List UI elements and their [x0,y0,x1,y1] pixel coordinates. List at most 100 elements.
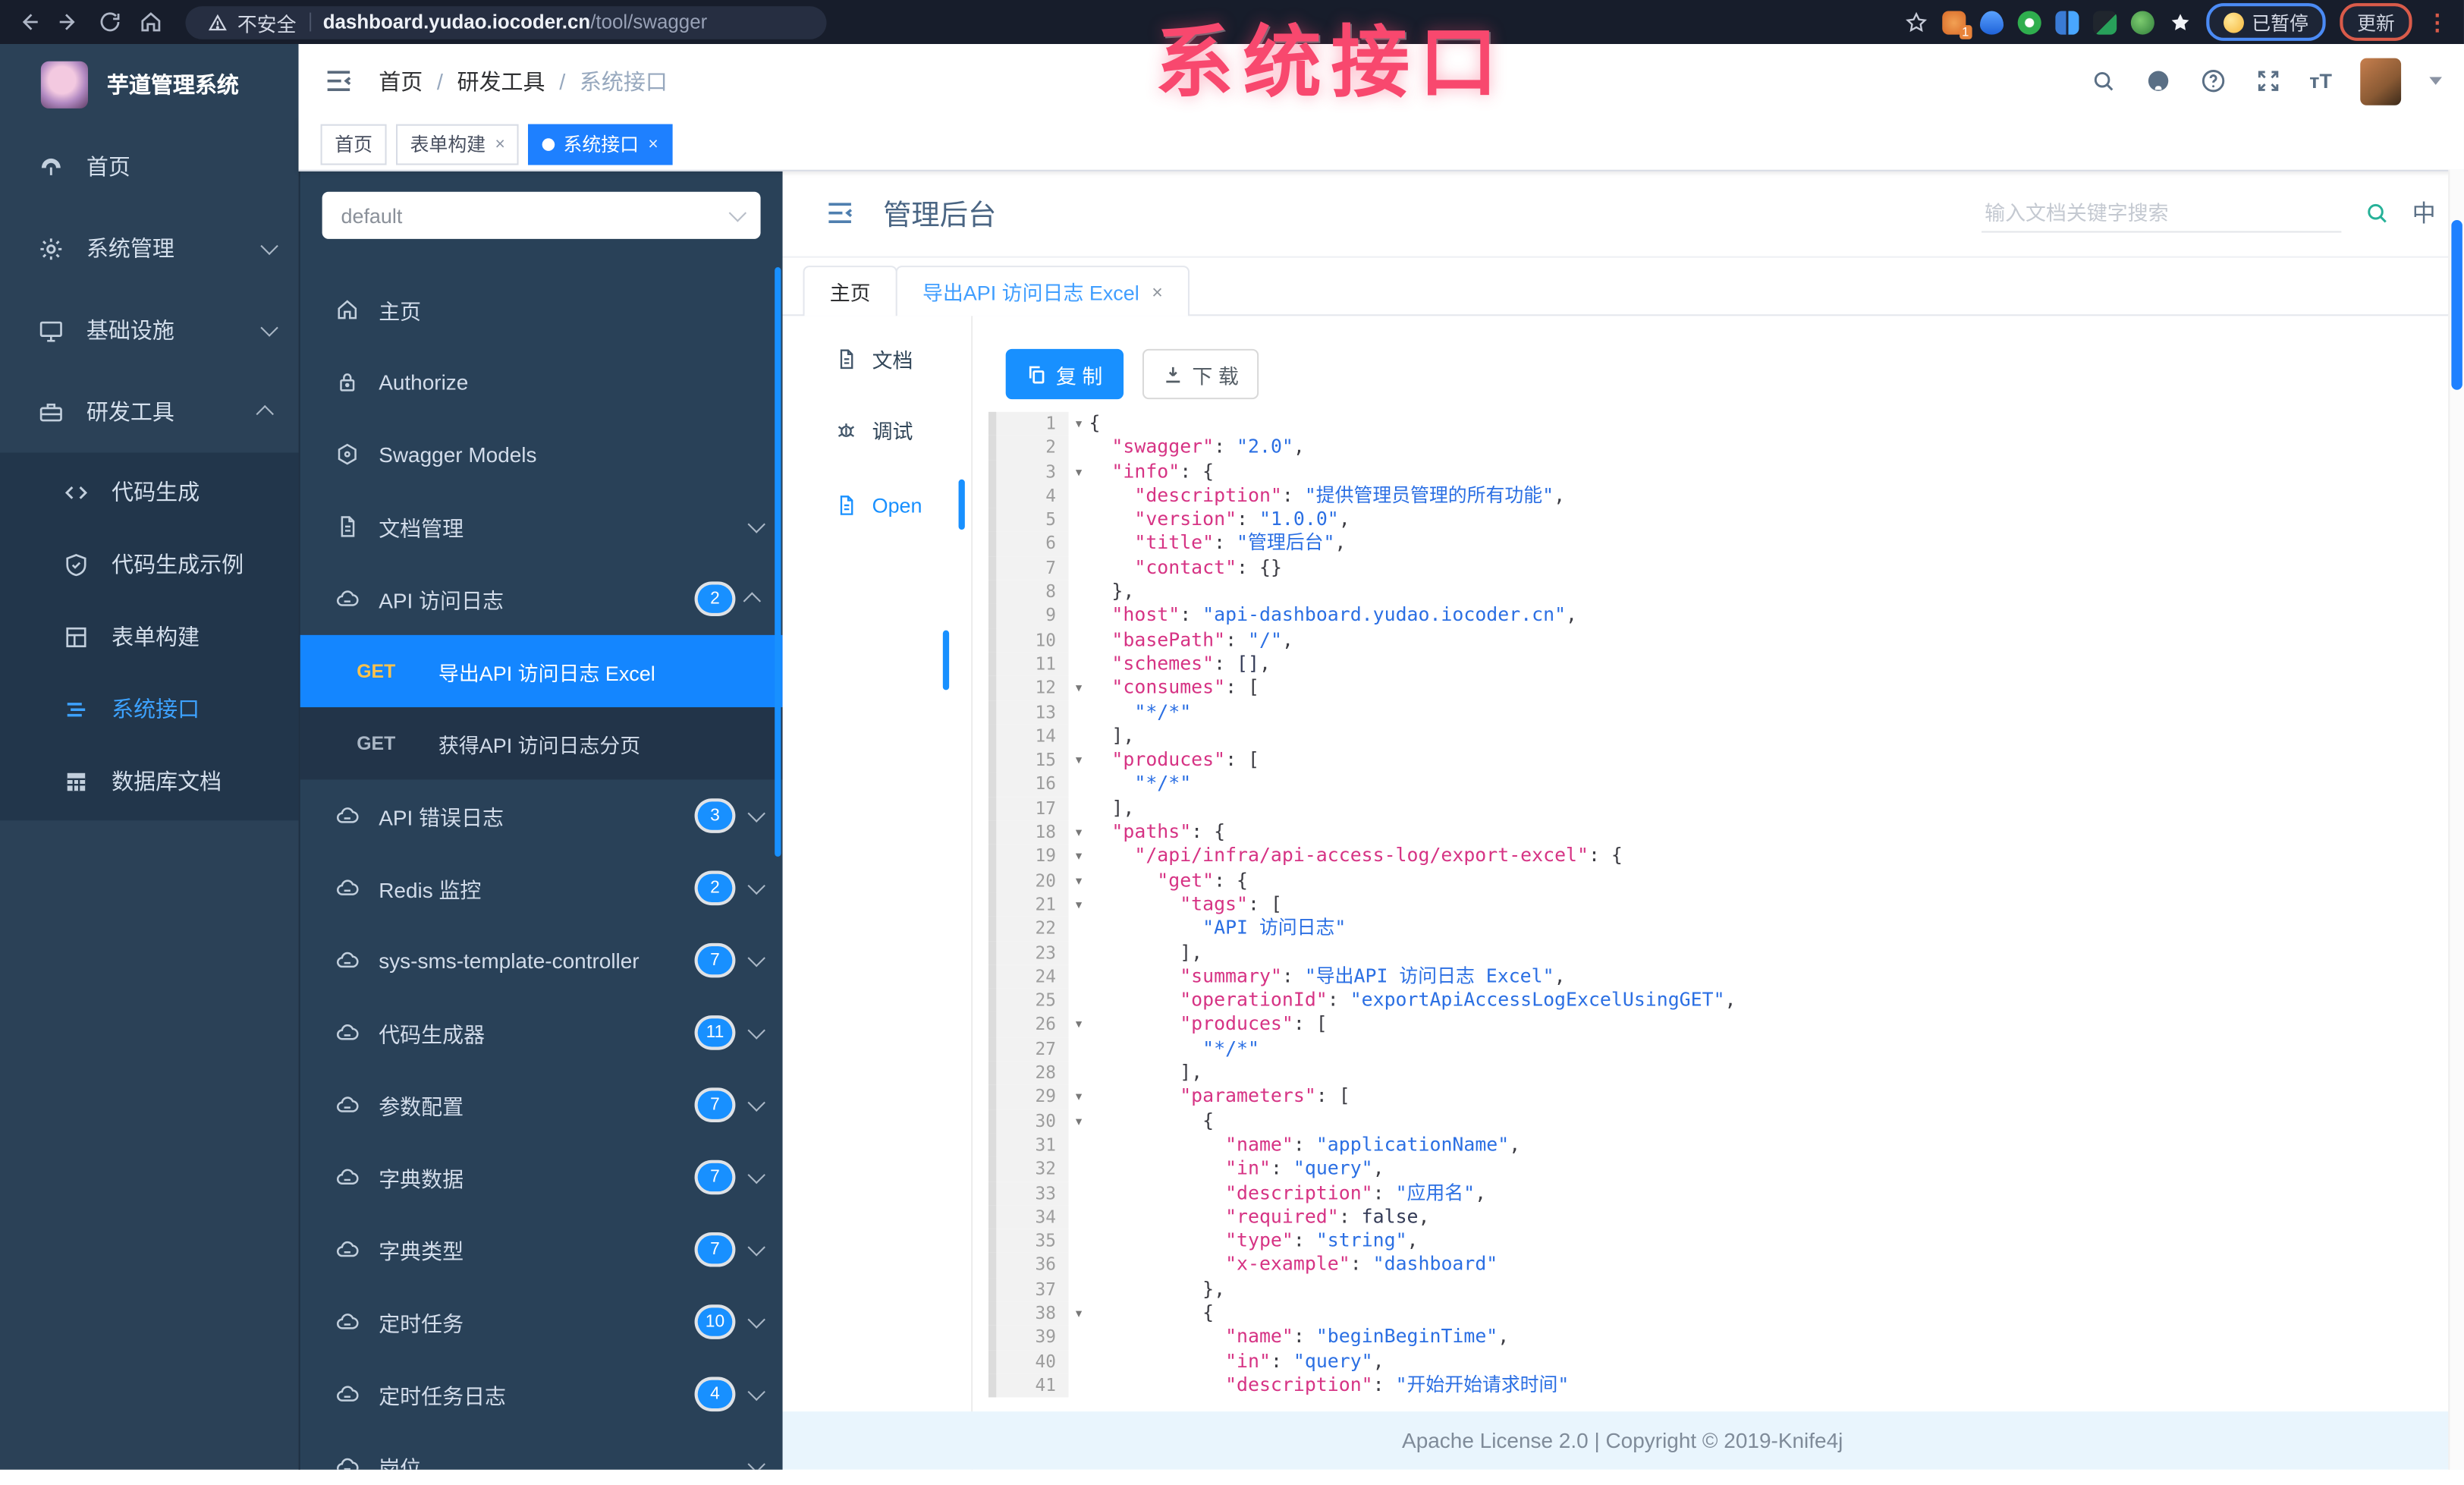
fold-marker-icon[interactable]: ▾ [1069,892,1089,917]
group-select[interactable]: default [322,191,761,239]
header-search-icon[interactable] [2089,68,2116,94]
sidebar-subitem-数据库文档[interactable]: 数据库文档 [0,745,299,817]
code-line-8: 8 }, [988,580,2455,605]
json-code-editor[interactable]: 1 ▾{2 "swagger": "2.0", 3 ▾ "info": {4 "des… [988,411,2455,1407]
fold-marker-icon[interactable]: ▾ [1069,845,1089,869]
swagger-nav-Redis 监控[interactable]: Redis 监控 2 [300,852,783,924]
fold-marker-icon[interactable]: ▾ [1069,1301,1089,1326]
download-button[interactable]: 下 载 [1142,348,1259,400]
fold-marker-icon[interactable]: ▾ [1069,1013,1089,1037]
swagger-nav-字典类型[interactable]: 字典类型 7 [300,1213,783,1285]
doc-tab-导出API 访问日志 Excel[interactable]: 导出API 访问日志 Excel × [895,266,1190,316]
swagger-nav-参数配置[interactable]: 参数配置 7 [300,1069,783,1141]
copy-button[interactable]: 复 制 [1005,348,1124,400]
swagger-nav-API 访问日志[interactable]: API 访问日志 2 [300,563,783,635]
forward-icon[interactable] [57,9,82,34]
doc-search-icon[interactable] [2363,200,2390,226]
extension-blue-grid-icon[interactable] [2055,10,2079,34]
swagger-nav-Authorize[interactable]: Authorize [300,346,783,418]
doc-nav-调试[interactable]: 调试 [781,398,971,461]
bookmark-star-icon[interactable] [1904,10,1928,33]
swagger-nav-API 错误日志[interactable]: API 错误日志 3 [300,779,783,851]
code-line-21: 21 ▾ "tags": [ [988,892,2455,917]
fold-marker-icon[interactable]: ▾ [1069,412,1089,436]
swagger-nav-岗位[interactable]: 岗位 [300,1430,783,1470]
swagger-nav-代码生成器[interactable]: 代码生成器 11 [300,996,783,1068]
security-label: 不安全 [237,13,297,36]
breadcrumb-item[interactable]: 研发工具 / [457,65,580,96]
profile-paused-badge[interactable]: 已暂停 [2206,3,2326,41]
doc-tab-主页[interactable]: 主页× [803,266,897,316]
github-icon[interactable] [2145,68,2171,94]
close-icon[interactable]: × [648,134,658,153]
api-group-icon [335,803,360,828]
fold-marker-icon[interactable]: ▾ [1069,676,1089,700]
user-avatar[interactable] [2360,57,2402,105]
collapse-sidebar-icon[interactable] [324,66,354,96]
doc-menu-toggle-icon[interactable] [825,198,854,228]
app-logo[interactable]: 芋道管理系统 [0,44,299,126]
doc-nav-文档[interactable]: 文档 [781,327,971,390]
doc-panel-scrollbar[interactable] [942,630,950,691]
extension-gm-icon[interactable] [2093,10,2117,34]
sidebar-subitem-代码生成示例[interactable]: 代码生成示例 [0,528,299,600]
help-icon[interactable] [2199,68,2226,94]
fold-marker-icon[interactable]: ▾ [1069,869,1089,893]
language-toggle[interactable]: 中 [2412,197,2436,229]
close-icon[interactable]: × [1152,281,1163,303]
page-scrollbar-thumb[interactable] [2451,219,2462,390]
sidebar-item-首页[interactable]: 首页 [0,126,299,208]
doc-search-input[interactable] [1982,193,2342,232]
home-icon[interactable] [138,9,163,34]
fold-marker-icon[interactable]: ▾ [1069,1085,1089,1109]
swagger-nav-定时任务日志[interactable]: 定时任务日志 4 [300,1358,783,1430]
breadcrumb-item[interactable]: 首页 / [379,65,457,96]
swagger-nav-Swagger Models[interactable]: Swagger Models [300,418,783,490]
close-icon[interactable]: × [495,134,505,153]
reload-icon[interactable] [97,9,122,34]
swagger-nav-字典数据[interactable]: 字典数据 7 [300,1141,783,1213]
tag-系统接口[interactable]: 系统接口 × [528,123,673,165]
doc-nav-Open[interactable]: Open [781,473,971,536]
fullscreen-icon[interactable] [2255,68,2281,94]
code-line-38: 38 ▾ { [988,1301,2455,1326]
fold-marker-icon[interactable]: ▾ [1069,460,1089,484]
code-line-37: 37 }, [988,1277,2455,1302]
code-line-36: 36 "x-example": "dashboard" [988,1253,2455,1278]
sidebar-subitem-系统接口[interactable]: 系统接口 [0,673,299,745]
update-browser-button[interactable]: 更新 [2340,3,2412,41]
sidebar-item-基础设施[interactable]: 基础设施 [0,289,299,371]
swagger-sidebar-scrollbar[interactable] [775,267,781,857]
back-icon[interactable] [16,9,41,34]
browser-menu-kebab-icon[interactable]: ⋮ [2426,8,2448,35]
extension-white-star-icon[interactable] [2168,10,2192,33]
extension-green-leaf-icon[interactable] [2130,10,2154,34]
tag-表单构建[interactable]: 表单构建 × [396,123,520,165]
operation-获得API 访问日志分页[interactable]: GET 获得API 访问日志分页 [300,707,783,780]
font-size-icon[interactable]: тT [2309,69,2332,93]
api-group-icon [335,1237,360,1262]
swagger-nav-文档管理[interactable]: 文档管理 [300,490,783,562]
content-header: 管理后台 中 [781,170,2464,258]
extension-green-circle-icon[interactable] [2017,10,2041,34]
user-menu-caret-icon[interactable] [2429,77,2442,85]
swagger-nav-主页[interactable]: 主页 [300,273,783,345]
extension-blue-drop-icon[interactable] [1979,10,2004,34]
sidebar-item-系统管理[interactable]: 系统管理 [0,207,299,289]
fold-marker-icon[interactable]: ▾ [1069,1109,1089,1134]
fold-marker-icon[interactable]: ▾ [1069,748,1089,772]
extension-orange-icon[interactable]: 1 [1942,10,1972,39]
breadcrumb-item[interactable]: 系统接口/ [580,65,668,96]
tag-首页[interactable]: 首页 [320,123,387,165]
operation-导出API 访问日志 Excel[interactable]: GET 导出API 访问日志 Excel [300,634,783,708]
swagger-nav-定时任务[interactable]: 定时任务 10 [300,1285,783,1358]
sidebar-item-研发工具[interactable]: 研发工具 [0,371,299,453]
sidebar-subitem-代码生成[interactable]: 代码生成 [0,456,299,528]
swagger-nav-sys-sms-template-controller[interactable]: sys-sms-template-controller 7 [300,924,783,996]
address-bar[interactable]: 不安全 dashboard.yudao.iocoder.cn /tool/swa… [185,5,827,39]
sidebar-subitem-表单构建[interactable]: 表单构建 [0,600,299,672]
fold-marker-icon[interactable]: ▾ [1069,820,1089,845]
operation-count-badge: 7 [697,1090,733,1119]
